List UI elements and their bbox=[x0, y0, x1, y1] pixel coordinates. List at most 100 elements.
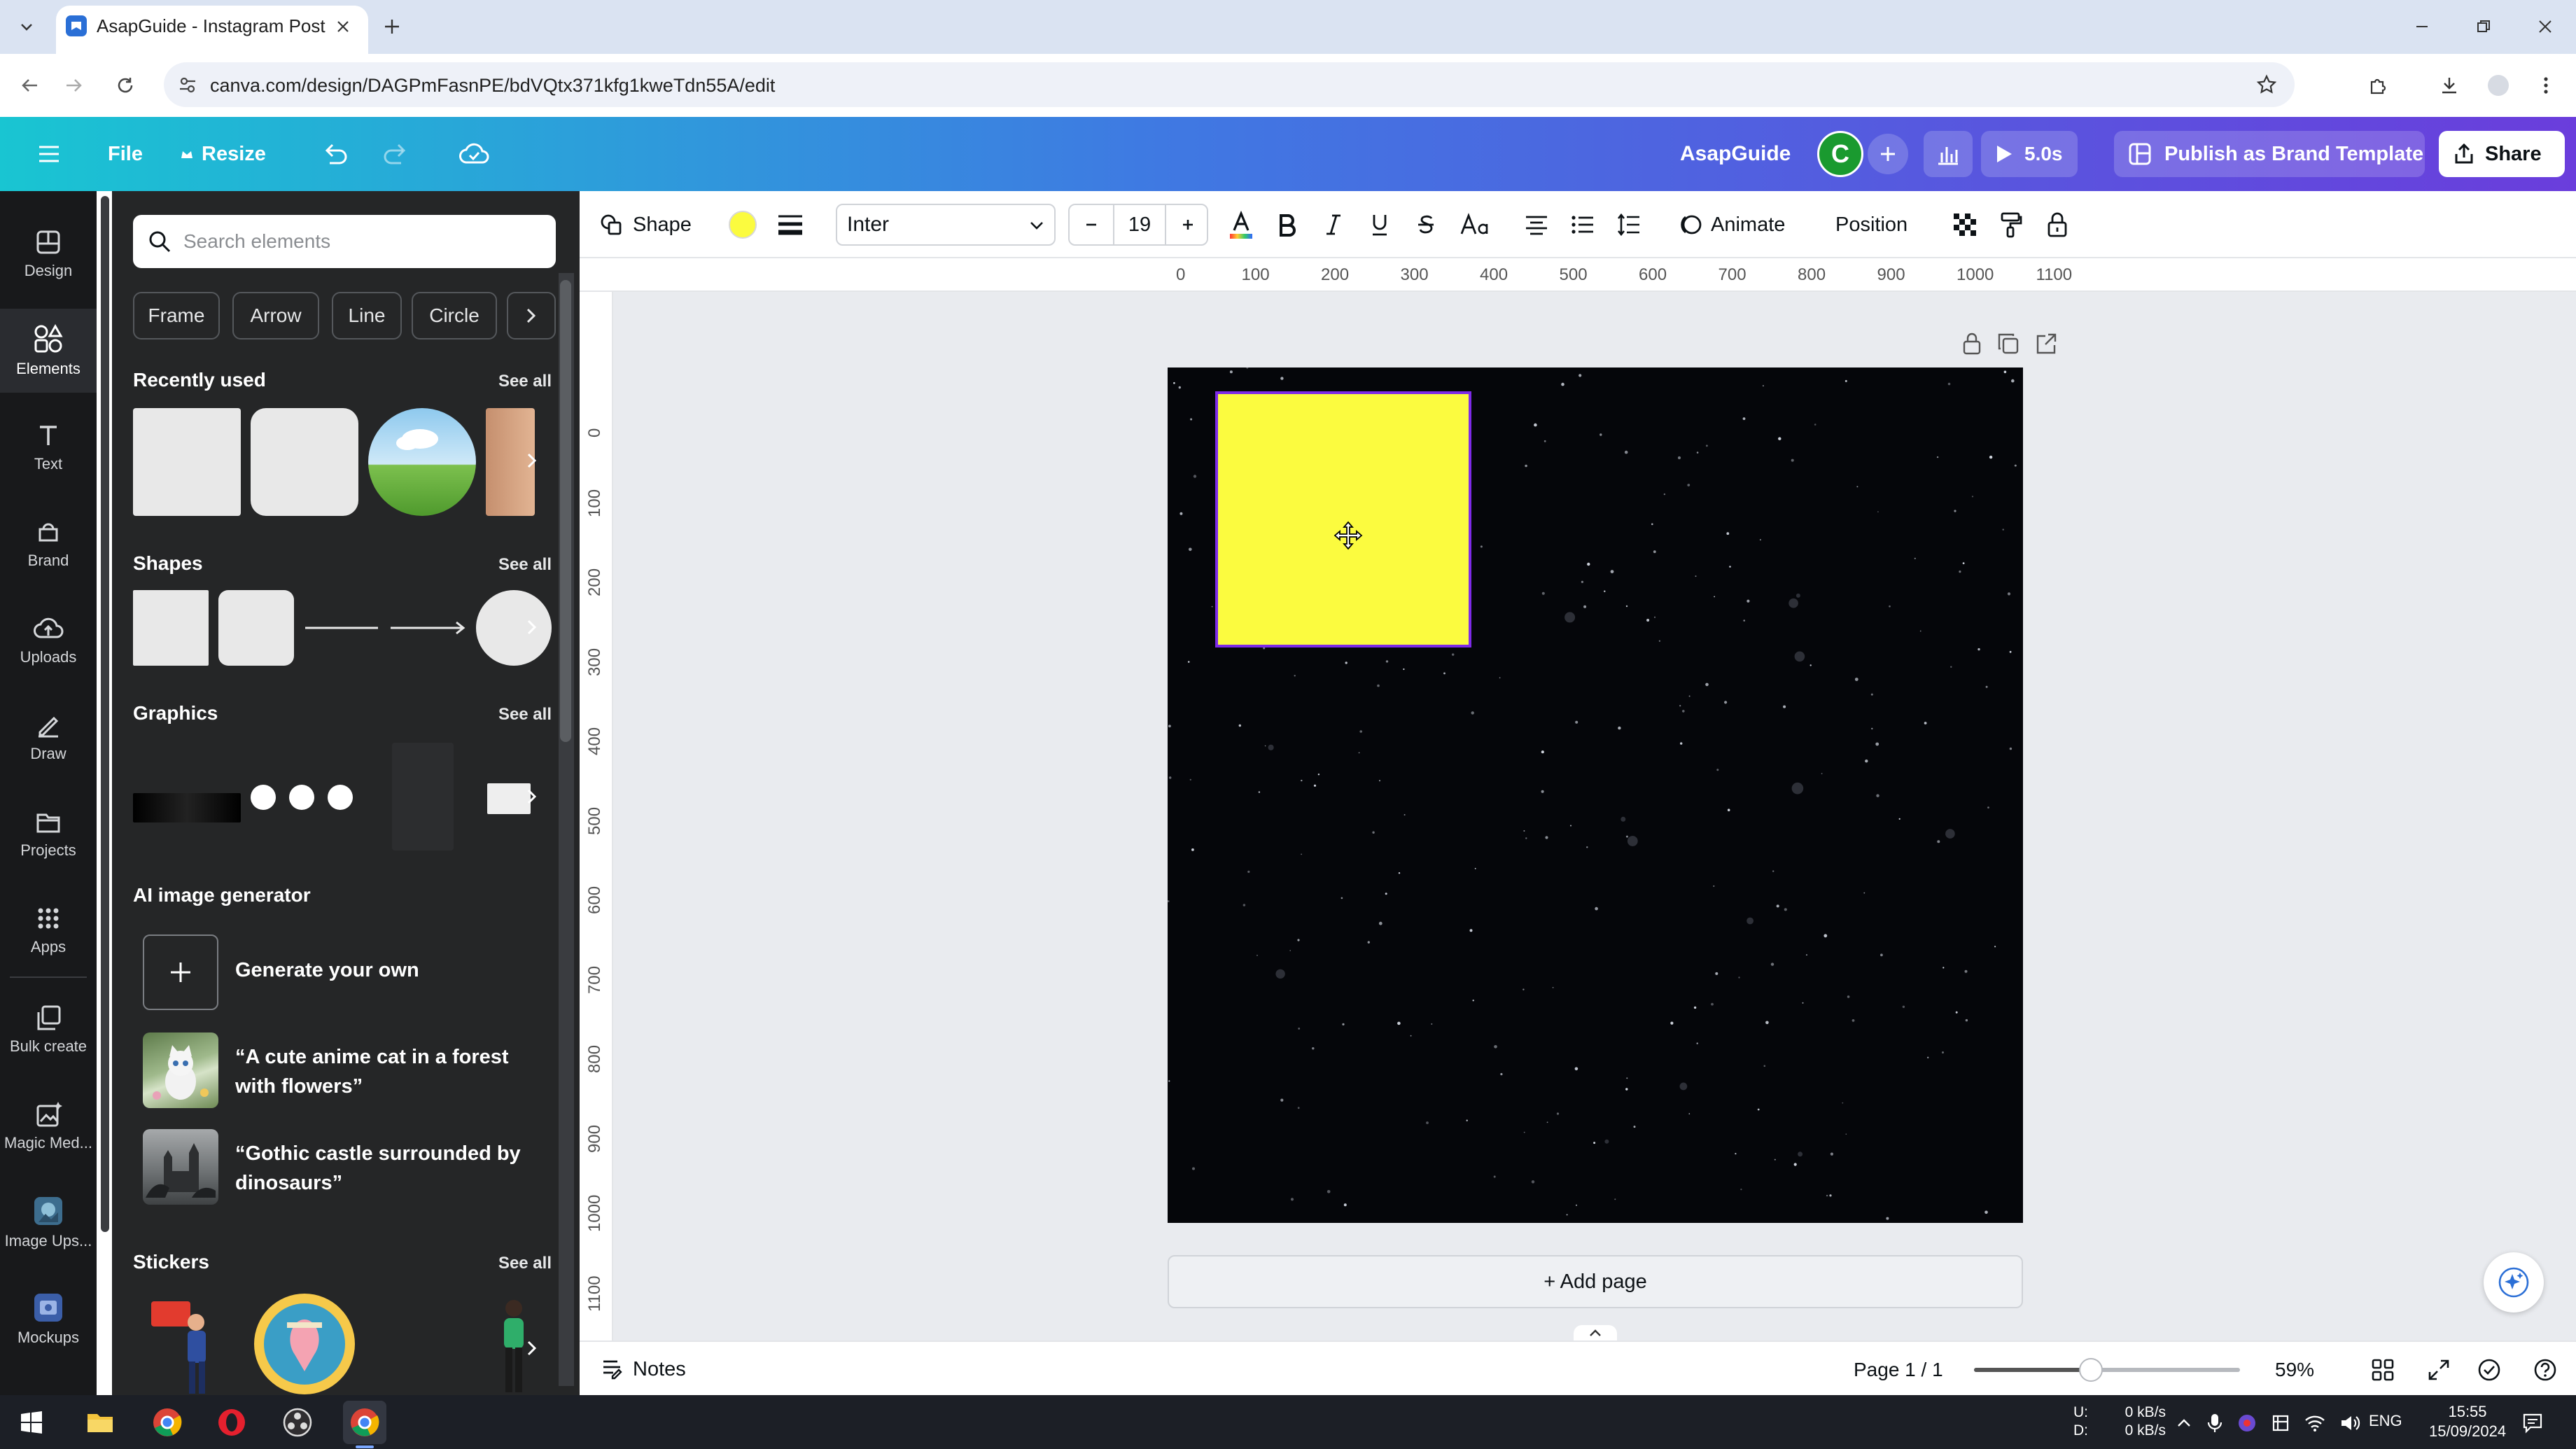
close-window-icon[interactable] bbox=[2524, 10, 2566, 43]
magic-assistant-sparkle-icon[interactable] bbox=[2484, 1252, 2544, 1312]
panel-scrollbar-thumb[interactable] bbox=[560, 280, 571, 742]
cloud-save-icon[interactable] bbox=[456, 132, 491, 176]
rail-item-mockups[interactable]: Mockups bbox=[0, 1278, 97, 1362]
profile-avatar-icon[interactable] bbox=[2481, 68, 2516, 103]
file-menu-button[interactable]: File bbox=[108, 132, 143, 176]
duplicate-page-icon[interactable] bbox=[1996, 332, 2020, 356]
shape-button[interactable]: Shape bbox=[599, 204, 692, 246]
windows-start-icon[interactable] bbox=[10, 1401, 53, 1444]
graphic-three-dots[interactable] bbox=[249, 782, 354, 813]
rail-scrollbar[interactable] bbox=[101, 196, 109, 1232]
stickers-next-chevron-icon[interactable] bbox=[518, 1296, 546, 1395]
see-all-graphics[interactable]: See all bbox=[498, 705, 552, 724]
help-icon[interactable] bbox=[2530, 1354, 2561, 1385]
invite-plus-icon[interactable] bbox=[1868, 134, 1908, 174]
see-all-recently-used[interactable]: See all bbox=[498, 372, 552, 391]
search-box[interactable] bbox=[133, 215, 556, 268]
add-page-button[interactable]: + Add page bbox=[1168, 1255, 2023, 1308]
recent-next-chevron-icon[interactable] bbox=[518, 408, 546, 513]
notifications-icon[interactable] bbox=[2519, 1409, 2547, 1437]
sticker-suicide-prevention-day-badge[interactable] bbox=[252, 1292, 357, 1395]
text-align-center-icon[interactable] bbox=[1519, 204, 1554, 246]
rail-item-uploads[interactable]: Uploads bbox=[0, 598, 97, 682]
chip-line[interactable]: Line bbox=[332, 292, 402, 340]
zoom-percentage[interactable]: 59% bbox=[2275, 1359, 2314, 1381]
tab-close-icon[interactable] bbox=[329, 13, 357, 41]
volume-icon[interactable] bbox=[2339, 1414, 2360, 1432]
chrome-icon[interactable] bbox=[146, 1401, 189, 1444]
shape-arrow[interactable] bbox=[389, 621, 469, 635]
graphics-next-chevron-icon[interactable] bbox=[518, 744, 546, 849]
underline-icon[interactable] bbox=[1362, 204, 1397, 246]
bold-icon[interactable] bbox=[1270, 204, 1305, 246]
shape-rounded-square[interactable] bbox=[218, 590, 294, 666]
hamburger-icon[interactable] bbox=[31, 132, 67, 176]
shape-line[interactable] bbox=[304, 625, 379, 631]
tray-app-icon[interactable] bbox=[2237, 1413, 2257, 1433]
rail-item-draw[interactable]: Draw bbox=[0, 695, 97, 779]
resize-button[interactable]: Resize bbox=[179, 132, 266, 176]
shape-square[interactable] bbox=[133, 590, 209, 666]
insights-chart-icon[interactable] bbox=[1924, 131, 1973, 177]
input-language[interactable]: ENG bbox=[2369, 1412, 2402, 1430]
see-all-shapes[interactable]: See all bbox=[498, 555, 552, 575]
chip-arrow[interactable]: Arrow bbox=[232, 292, 319, 340]
omnibox[interactable]: canva.com/design/DAGPmFasnPE/bdVQtx371kf… bbox=[164, 62, 2295, 107]
file-explorer-icon[interactable] bbox=[78, 1401, 122, 1444]
recent-landscape-circle-image[interactable] bbox=[368, 408, 476, 516]
chrome-active-icon[interactable] bbox=[343, 1401, 386, 1444]
generate-your-own-item[interactable]: Generate your own bbox=[143, 934, 535, 1017]
browser-menu-dots-icon[interactable] bbox=[2528, 68, 2563, 103]
sticker-person-with-sign[interactable] bbox=[147, 1294, 224, 1395]
obs-recorder-icon[interactable] bbox=[276, 1401, 319, 1444]
rail-item-magic-media[interactable]: Magic Med... bbox=[0, 1084, 97, 1168]
rail-item-apps[interactable]: Apps bbox=[0, 888, 97, 972]
yellow-square-shape[interactable] bbox=[1215, 391, 1471, 648]
site-info-icon[interactable] bbox=[176, 74, 199, 96]
search-input[interactable] bbox=[183, 227, 533, 255]
download-icon[interactable] bbox=[2432, 68, 2467, 103]
collaborator-avatar[interactable]: C bbox=[1817, 131, 1863, 177]
italic-icon[interactable] bbox=[1316, 204, 1351, 246]
border-style-icon[interactable] bbox=[773, 204, 808, 246]
share-button[interactable]: Share bbox=[2439, 131, 2565, 177]
grid-view-icon[interactable] bbox=[2367, 1354, 2398, 1385]
font-size-decrease-icon[interactable] bbox=[1070, 205, 1113, 244]
animate-button[interactable]: Animate bbox=[1679, 204, 1785, 246]
graphic-dark-frame[interactable] bbox=[392, 743, 454, 850]
ai-example-anime-cat[interactable]: “A cute anime cat in a forest with flowe… bbox=[143, 1032, 535, 1115]
show-pages-chevron-icon[interactable] bbox=[1574, 1325, 1617, 1340]
notes-button[interactable]: Notes bbox=[601, 1354, 686, 1384]
rail-item-bulk-create[interactable]: Bulk create bbox=[0, 988, 97, 1072]
rail-item-elements[interactable]: Elements bbox=[0, 309, 97, 393]
rail-item-projects[interactable]: Projects bbox=[0, 792, 97, 876]
system-clock[interactable]: 15:55 15/09/2024 bbox=[2429, 1402, 2506, 1441]
rail-item-brand[interactable]: Brand bbox=[0, 502, 97, 586]
minimize-icon[interactable] bbox=[2401, 10, 2443, 43]
restore-icon[interactable] bbox=[2463, 10, 2505, 43]
strikethrough-icon[interactable] bbox=[1408, 204, 1443, 246]
undo-icon[interactable] bbox=[318, 132, 353, 176]
zoom-slider-thumb[interactable] bbox=[2079, 1358, 2104, 1382]
zoom-slider[interactable] bbox=[1974, 1358, 2240, 1382]
microphone-icon[interactable] bbox=[2206, 1413, 2223, 1434]
design-page-canvas[interactable] bbox=[1168, 368, 2023, 1223]
wifi-icon[interactable] bbox=[2304, 1414, 2325, 1432]
rail-item-design[interactable]: Design bbox=[0, 212, 97, 296]
publish-brand-template-button[interactable]: Publish as Brand Template bbox=[2114, 131, 2425, 177]
graphic-black-brush-stroke[interactable] bbox=[133, 793, 241, 822]
rail-item-image-upscaler[interactable]: Image Ups... bbox=[0, 1181, 97, 1265]
chip-frame[interactable]: Frame bbox=[133, 292, 220, 340]
transparency-icon[interactable] bbox=[1947, 204, 1982, 246]
see-all-stickers[interactable]: See all bbox=[498, 1254, 552, 1273]
tab-list-chevron-icon[interactable] bbox=[10, 10, 43, 43]
font-size-value[interactable]: 19 bbox=[1113, 205, 1166, 244]
paint-format-icon[interactable] bbox=[1994, 204, 2029, 246]
new-tab-plus-icon[interactable] bbox=[378, 13, 406, 41]
page-indicator[interactable]: Page 1 / 1 bbox=[1854, 1359, 1943, 1381]
ai-example-gothic-castle[interactable]: “Gothic castle surrounded by dinosaurs” bbox=[143, 1129, 535, 1212]
present-button[interactable]: 5.0s bbox=[1981, 131, 2078, 177]
extensions-puzzle-icon[interactable] bbox=[2360, 68, 2395, 103]
lock-icon[interactable] bbox=[2040, 204, 2075, 246]
check-status-icon[interactable] bbox=[2474, 1354, 2505, 1385]
